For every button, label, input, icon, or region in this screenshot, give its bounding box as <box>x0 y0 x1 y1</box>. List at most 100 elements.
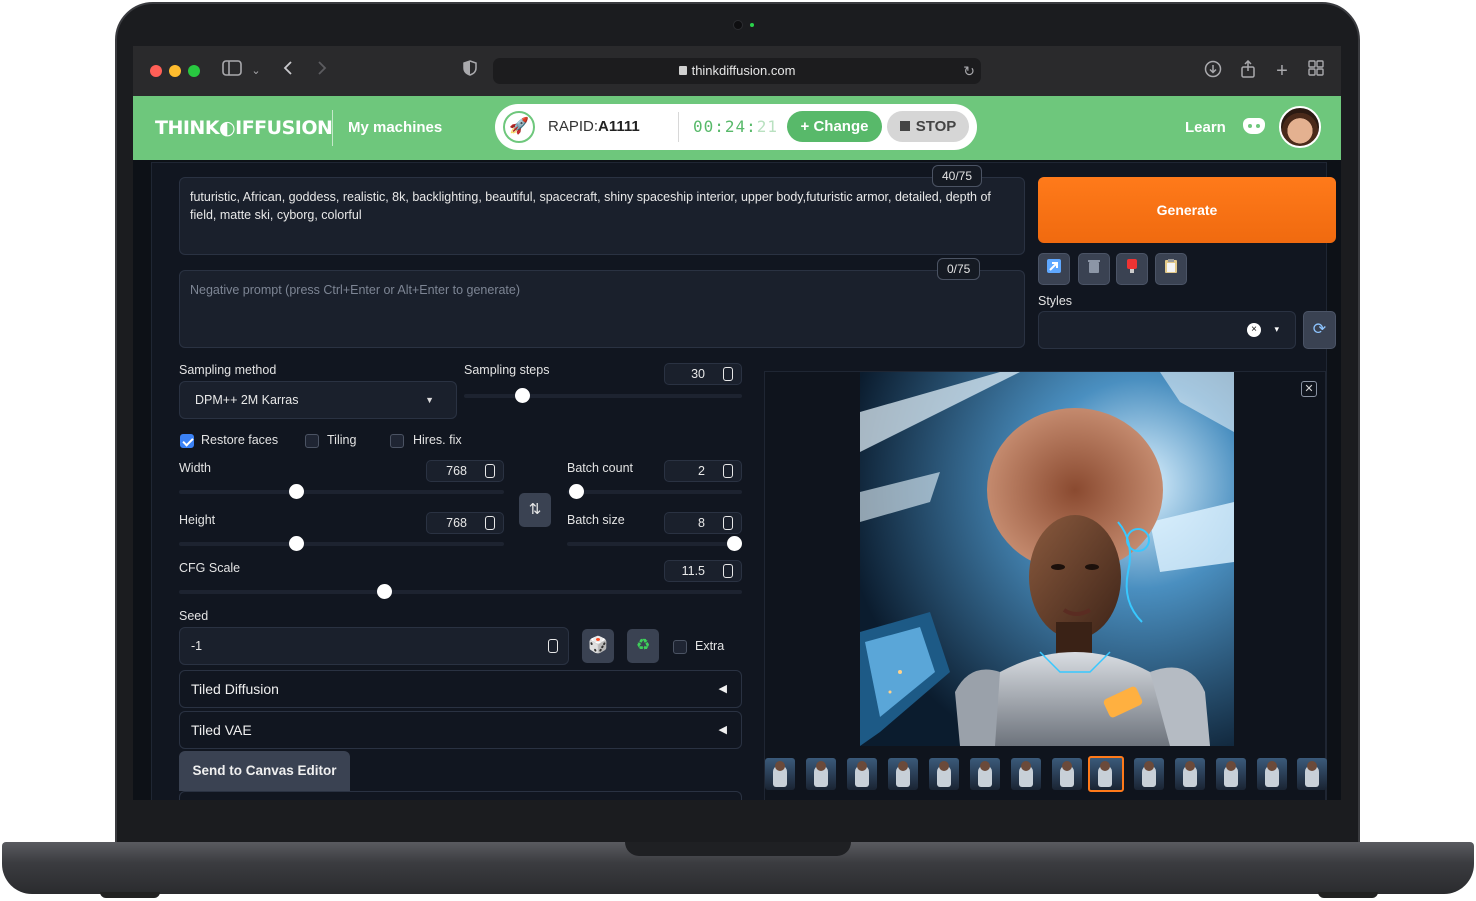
swap-dimensions-button[interactable]: ⇅ <box>519 493 551 527</box>
back-icon[interactable] <box>279 60 297 82</box>
txt2img-panel: futuristic, African, goddess, realistic,… <box>151 162 1336 800</box>
height-track[interactable] <box>179 542 504 546</box>
user-avatar[interactable] <box>1279 106 1321 148</box>
app-header: THINK◐IFFUSION My machines 🚀 RAPID:A1111… <box>133 96 1341 160</box>
styles-select[interactable]: × ▾ <box>1038 311 1296 349</box>
batch-size-input[interactable]: 8 <box>664 512 742 534</box>
gallery-thumbnail[interactable] <box>888 758 918 790</box>
url-text: thinkdiffusion.com <box>691 63 796 78</box>
stepper-icon[interactable] <box>485 516 495 530</box>
stop-button[interactable]: STOP <box>887 111 969 142</box>
thinkdiffusion-logo[interactable]: THINK◐IFFUSION <box>155 117 333 139</box>
stepper-icon[interactable] <box>723 464 733 478</box>
close-icon[interactable]: ✕ <box>1301 381 1317 397</box>
stepper-icon[interactable] <box>548 639 558 653</box>
trash-icon[interactable] <box>1078 253 1110 285</box>
learn-link[interactable]: Learn <box>1185 119 1226 136</box>
extra-networks-icon[interactable] <box>1116 253 1148 285</box>
machine-label: RAPID: <box>548 118 599 135</box>
forward-icon[interactable] <box>313 60 331 82</box>
gallery-thumbnail[interactable] <box>970 758 1000 790</box>
negative-token-counter: 0/75 <box>937 258 981 280</box>
cfg-scale-track[interactable] <box>179 590 742 594</box>
prompt-token-counter: 40/75 <box>932 165 983 187</box>
discord-icon[interactable] <box>1243 118 1265 134</box>
height-slider-thumb[interactable] <box>289 536 304 551</box>
negative-prompt-input[interactable]: Negative prompt (press Ctrl+Enter or Alt… <box>179 270 1025 348</box>
generated-image[interactable] <box>860 372 1234 746</box>
gallery-thumbnail[interactable] <box>1134 758 1164 790</box>
batch-count-slider-thumb[interactable] <box>569 484 584 499</box>
batch-size-value: 8 <box>698 516 705 530</box>
tiled-diffusion-accordion[interactable]: Tiled Diffusion ◀ <box>179 670 742 708</box>
thumbnail-strip <box>765 756 1327 792</box>
seed-input[interactable]: -1 <box>179 627 569 665</box>
reuse-seed-button[interactable]: ♻ <box>627 629 659 663</box>
send-to-canvas-editor-button[interactable]: Send to Canvas Editor <box>179 751 350 791</box>
gallery-thumbnail[interactable] <box>1257 758 1287 790</box>
clear-styles-icon[interactable]: × <box>1247 323 1261 337</box>
gallery-thumbnail[interactable] <box>1011 758 1041 790</box>
cfg-scale-input[interactable]: 11.5 <box>664 560 742 582</box>
stepper-icon[interactable] <box>723 516 733 530</box>
clipboard-icon[interactable] <box>1155 253 1187 285</box>
minimize-window-button[interactable] <box>169 65 181 77</box>
read-params-button[interactable] <box>1038 253 1070 285</box>
share-icon[interactable] <box>1238 59 1258 82</box>
gallery-thumbnail[interactable] <box>806 758 836 790</box>
extra-seed-checkbox[interactable] <box>673 640 687 654</box>
tiled-vae-accordion[interactable]: Tiled VAE ◀ <box>179 711 742 749</box>
stepper-icon[interactable] <box>485 464 495 478</box>
gallery-thumbnail[interactable] <box>1175 758 1205 790</box>
change-button[interactable]: + Change <box>787 111 882 142</box>
gallery-thumbnail[interactable] <box>847 758 877 790</box>
my-machines-link[interactable]: My machines <box>348 119 442 136</box>
stepper-icon[interactable] <box>723 564 733 578</box>
machine-status-pill: 🚀 RAPID:A1111 00:24:21 + Change STOP <box>495 104 977 150</box>
privacy-shield-icon[interactable] <box>461 60 479 82</box>
chevron-down-icon[interactable]: ⌄ <box>249 60 263 82</box>
batch-count-input[interactable]: 2 <box>664 460 742 482</box>
height-input[interactable]: 768 <box>426 512 504 534</box>
gallery-thumbnail-selected[interactable] <box>1088 756 1124 792</box>
camera-led <box>750 23 754 27</box>
stepper-icon[interactable] <box>723 367 733 381</box>
refresh-styles-button[interactable]: ⟳ <box>1303 311 1336 349</box>
gallery-thumbnail[interactable] <box>1297 758 1327 790</box>
batch-size-slider-thumb[interactable] <box>727 536 742 551</box>
rocket-icon: 🚀 <box>503 111 535 143</box>
maximize-window-button[interactable] <box>188 65 200 77</box>
gallery-thumbnail[interactable] <box>1052 758 1082 790</box>
restore-faces-checkbox[interactable] <box>180 434 194 448</box>
laptop-foot-right <box>1318 892 1378 898</box>
gallery-thumbnail[interactable] <box>765 758 795 790</box>
machine-name-value: A1111 <box>598 118 640 135</box>
cfg-scale-slider-thumb[interactable] <box>377 584 392 599</box>
width-input[interactable]: 768 <box>426 460 504 482</box>
sampling-steps-input[interactable]: 30 <box>664 363 742 385</box>
reload-icon[interactable]: ↻ <box>963 58 975 84</box>
download-icon[interactable] <box>1203 60 1223 82</box>
sidebar-icon[interactable] <box>221 60 243 82</box>
session-timer: 00:24:21 <box>693 117 778 136</box>
sampling-steps-slider-thumb[interactable] <box>515 388 530 403</box>
random-seed-button[interactable]: 🎲 <box>582 629 614 663</box>
close-window-button[interactable] <box>150 65 162 77</box>
batch-size-track[interactable] <box>567 542 742 546</box>
new-tab-icon[interactable]: + <box>1273 60 1291 82</box>
tab-overview-icon[interactable] <box>1307 60 1325 82</box>
address-bar[interactable]: thinkdiffusion.com ↻ <box>493 58 981 84</box>
tiling-checkbox[interactable] <box>305 434 319 448</box>
width-track[interactable] <box>179 490 504 494</box>
sampling-steps-track[interactable] <box>464 394 742 398</box>
hires-fix-checkbox[interactable] <box>390 434 404 448</box>
sampling-steps-label: Sampling steps <box>464 363 550 377</box>
prompt-input[interactable]: futuristic, African, goddess, realistic,… <box>179 177 1025 255</box>
gallery-thumbnail[interactable] <box>1216 758 1246 790</box>
chevron-down-icon[interactable]: ▾ <box>1274 324 1279 335</box>
generate-button[interactable]: Generate <box>1038 177 1336 243</box>
width-slider-thumb[interactable] <box>289 484 304 499</box>
sampling-method-select[interactable]: DPM++ 2M Karras ▼ <box>179 381 457 419</box>
batch-count-track[interactable] <box>567 490 742 494</box>
gallery-thumbnail[interactable] <box>929 758 959 790</box>
